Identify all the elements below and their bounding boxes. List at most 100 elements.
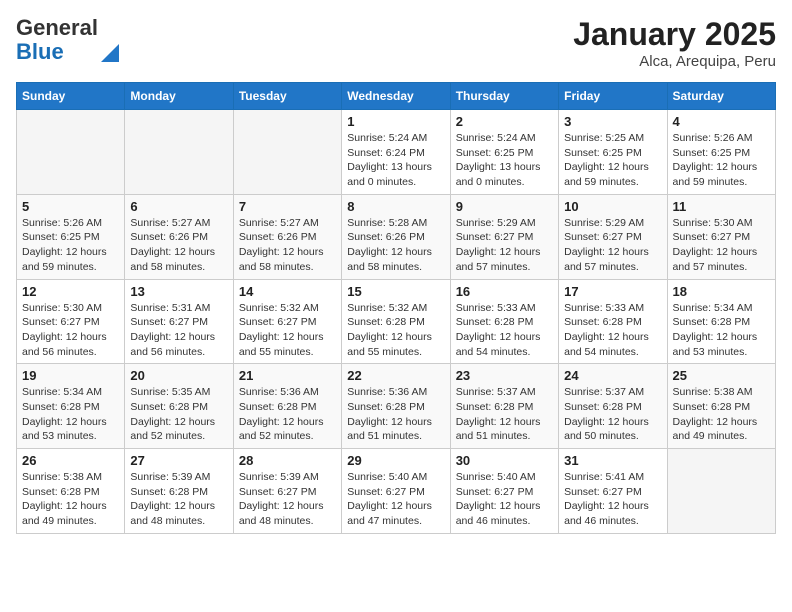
calendar-cell: 2Sunrise: 5:24 AMSunset: 6:25 PMDaylight… xyxy=(450,110,558,195)
day-number: 28 xyxy=(239,453,336,468)
calendar-cell: 9 Sunrise: 5:29 AMSunset: 6:27 PMDaylight… xyxy=(450,194,558,279)
calendar-week-3: 12 Sunrise: 5:30 AMSunset: 6:27 PMDayligh… xyxy=(17,279,776,364)
calendar-cell: 24Sunrise: 5:37 AMSunset: 6:28 PMDayligh… xyxy=(559,364,667,449)
day-number: 20 xyxy=(130,368,227,383)
calendar-cell: 22 Sunrise: 5:36 AMSunset: 6:28 PMDayligh… xyxy=(342,364,450,449)
day-info: Sunrise: 5:25 AMSunset: 6:25 PMDaylight:… xyxy=(564,131,661,190)
header-wednesday: Wednesday xyxy=(342,83,450,110)
calendar-cell xyxy=(233,110,341,195)
calendar-cell: 29 Sunrise: 5:40 AMSunset: 6:27 PMDayligh… xyxy=(342,449,450,534)
day-info: Sunrise: 5:40 AMSunset: 6:27 PMDaylight:… xyxy=(456,470,553,529)
day-info: Sunrise: 5:33 AMSunset: 6:28 PMDaylight:… xyxy=(456,301,553,360)
day-info: Sunrise: 5:38 AMSunset: 6:28 PMDaylight:… xyxy=(22,470,119,529)
day-number: 1 xyxy=(347,114,444,129)
day-number: 13 xyxy=(130,284,227,299)
calendar-cell: 18Sunrise: 5:34 AMSunset: 6:28 PMDayligh… xyxy=(667,279,775,364)
calendar-cell: 28 Sunrise: 5:39 AMSunset: 6:27 PMDayligh… xyxy=(233,449,341,534)
calendar-cell: 31Sunrise: 5:41 AMSunset: 6:27 PMDayligh… xyxy=(559,449,667,534)
day-info: Sunrise: 5:29 AMSunset: 6:27 PMDaylight:… xyxy=(456,216,553,275)
day-info: Sunrise: 5:34 AMSunset: 6:28 PMDaylight:… xyxy=(22,385,119,444)
day-info: Sunrise: 5:26 AMSunset: 6:25 PMDaylight:… xyxy=(673,131,770,190)
day-info: Sunrise: 5:40 AMSunset: 6:27 PMDaylight:… xyxy=(347,470,444,529)
calendar-cell: 21Sunrise: 5:36 AMSunset: 6:28 PMDayligh… xyxy=(233,364,341,449)
day-info: Sunrise: 5:39 AMSunset: 6:27 PMDaylight:… xyxy=(239,470,336,529)
day-number: 4 xyxy=(673,114,770,129)
month-title: January 2025 xyxy=(573,16,776,53)
header-thursday: Thursday xyxy=(450,83,558,110)
day-number: 21 xyxy=(239,368,336,383)
logo-triangle-icon xyxy=(101,40,119,62)
day-number: 12 xyxy=(22,284,119,299)
header-monday: Monday xyxy=(125,83,233,110)
day-number: 15 xyxy=(347,284,444,299)
day-number: 29 xyxy=(347,453,444,468)
calendar-cell: 5 Sunrise: 5:26 AMSunset: 6:25 PMDaylight… xyxy=(17,194,125,279)
day-number: 30 xyxy=(456,453,553,468)
day-number: 5 xyxy=(22,199,119,214)
day-info: Sunrise: 5:32 AMSunset: 6:28 PMDaylight:… xyxy=(347,301,444,360)
day-info: Sunrise: 5:26 AMSunset: 6:25 PMDaylight:… xyxy=(22,216,119,275)
title-block: January 2025 Alca, Arequipa, Peru xyxy=(573,16,776,70)
day-number: 26 xyxy=(22,453,119,468)
calendar-cell: 30 Sunrise: 5:40 AMSunset: 6:27 PMDayligh… xyxy=(450,449,558,534)
calendar-week-5: 26 Sunrise: 5:38 AMSunset: 6:28 PMDayligh… xyxy=(17,449,776,534)
day-number: 2 xyxy=(456,114,553,129)
calendar-week-4: 19 Sunrise: 5:34 AMSunset: 6:28 PMDayligh… xyxy=(17,364,776,449)
calendar-cell xyxy=(667,449,775,534)
calendar-cell: 23Sunrise: 5:37 AMSunset: 6:28 PMDayligh… xyxy=(450,364,558,449)
calendar-cell: 11 Sunrise: 5:30 AMSunset: 6:27 PMDayligh… xyxy=(667,194,775,279)
calendar-week-1: 1 Sunrise: 5:24 AMSunset: 6:24 PMDaylight… xyxy=(17,110,776,195)
day-info: Sunrise: 5:38 AMSunset: 6:28 PMDaylight:… xyxy=(673,385,770,444)
header-sunday: Sunday xyxy=(17,83,125,110)
calendar-cell: 25 Sunrise: 5:38 AMSunset: 6:28 PMDayligh… xyxy=(667,364,775,449)
calendar-cell: 8Sunrise: 5:28 AMSunset: 6:26 PMDaylight… xyxy=(342,194,450,279)
day-info: Sunrise: 5:32 AMSunset: 6:27 PMDaylight:… xyxy=(239,301,336,360)
day-number: 11 xyxy=(673,199,770,214)
day-info: Sunrise: 5:39 AMSunset: 6:28 PMDaylight:… xyxy=(130,470,227,529)
day-info: Sunrise: 5:27 AMSunset: 6:26 PMDaylight:… xyxy=(239,216,336,275)
day-number: 3 xyxy=(564,114,661,129)
day-info: Sunrise: 5:30 AMSunset: 6:27 PMDaylight:… xyxy=(673,216,770,275)
calendar-cell: 19 Sunrise: 5:34 AMSunset: 6:28 PMDayligh… xyxy=(17,364,125,449)
calendar-week-2: 5 Sunrise: 5:26 AMSunset: 6:25 PMDaylight… xyxy=(17,194,776,279)
day-info: Sunrise: 5:27 AMSunset: 6:26 PMDaylight:… xyxy=(130,216,227,275)
day-number: 9 xyxy=(456,199,553,214)
calendar-cell: 3 Sunrise: 5:25 AMSunset: 6:25 PMDaylight… xyxy=(559,110,667,195)
header-friday: Friday xyxy=(559,83,667,110)
day-info: Sunrise: 5:30 AMSunset: 6:27 PMDaylight:… xyxy=(22,301,119,360)
day-number: 10 xyxy=(564,199,661,214)
calendar-cell: 13 Sunrise: 5:31 AMSunset: 6:27 PMDayligh… xyxy=(125,279,233,364)
calendar-cell xyxy=(17,110,125,195)
calendar-cell: 12 Sunrise: 5:30 AMSunset: 6:27 PMDayligh… xyxy=(17,279,125,364)
day-info: Sunrise: 5:29 AMSunset: 6:27 PMDaylight:… xyxy=(564,216,661,275)
day-number: 8 xyxy=(347,199,444,214)
header-tuesday: Tuesday xyxy=(233,83,341,110)
day-number: 25 xyxy=(673,368,770,383)
calendar-cell: 7 Sunrise: 5:27 AMSunset: 6:26 PMDaylight… xyxy=(233,194,341,279)
day-number: 27 xyxy=(130,453,227,468)
day-info: Sunrise: 5:41 AMSunset: 6:27 PMDaylight:… xyxy=(564,470,661,529)
day-number: 19 xyxy=(22,368,119,383)
calendar-cell xyxy=(125,110,233,195)
day-number: 22 xyxy=(347,368,444,383)
logo-general: General xyxy=(16,15,98,40)
day-number: 14 xyxy=(239,284,336,299)
day-number: 16 xyxy=(456,284,553,299)
day-info: Sunrise: 5:31 AMSunset: 6:27 PMDaylight:… xyxy=(130,301,227,360)
day-number: 6 xyxy=(130,199,227,214)
logo-blue: Blue xyxy=(16,39,64,64)
calendar-cell: 26 Sunrise: 5:38 AMSunset: 6:28 PMDayligh… xyxy=(17,449,125,534)
page-header: General Blue January 2025 Alca, Arequipa… xyxy=(16,16,776,70)
calendar-cell: 27 Sunrise: 5:39 AMSunset: 6:28 PMDayligh… xyxy=(125,449,233,534)
calendar-cell: 1 Sunrise: 5:24 AMSunset: 6:24 PMDaylight… xyxy=(342,110,450,195)
day-info: Sunrise: 5:37 AMSunset: 6:28 PMDaylight:… xyxy=(456,385,553,444)
day-number: 7 xyxy=(239,199,336,214)
calendar-cell: 15 Sunrise: 5:32 AMSunset: 6:28 PMDayligh… xyxy=(342,279,450,364)
calendar-table: SundayMondayTuesdayWednesdayThursdayFrid… xyxy=(16,82,776,534)
calendar-cell: 4 Sunrise: 5:26 AMSunset: 6:25 PMDaylight… xyxy=(667,110,775,195)
day-info: Sunrise: 5:36 AMSunset: 6:28 PMDaylight:… xyxy=(347,385,444,444)
day-number: 18 xyxy=(673,284,770,299)
calendar-cell: 6 Sunrise: 5:27 AMSunset: 6:26 PMDaylight… xyxy=(125,194,233,279)
day-info: Sunrise: 5:24 AMSunset: 6:24 PMDaylight:… xyxy=(347,131,444,190)
logo-text: General Blue xyxy=(16,16,119,64)
